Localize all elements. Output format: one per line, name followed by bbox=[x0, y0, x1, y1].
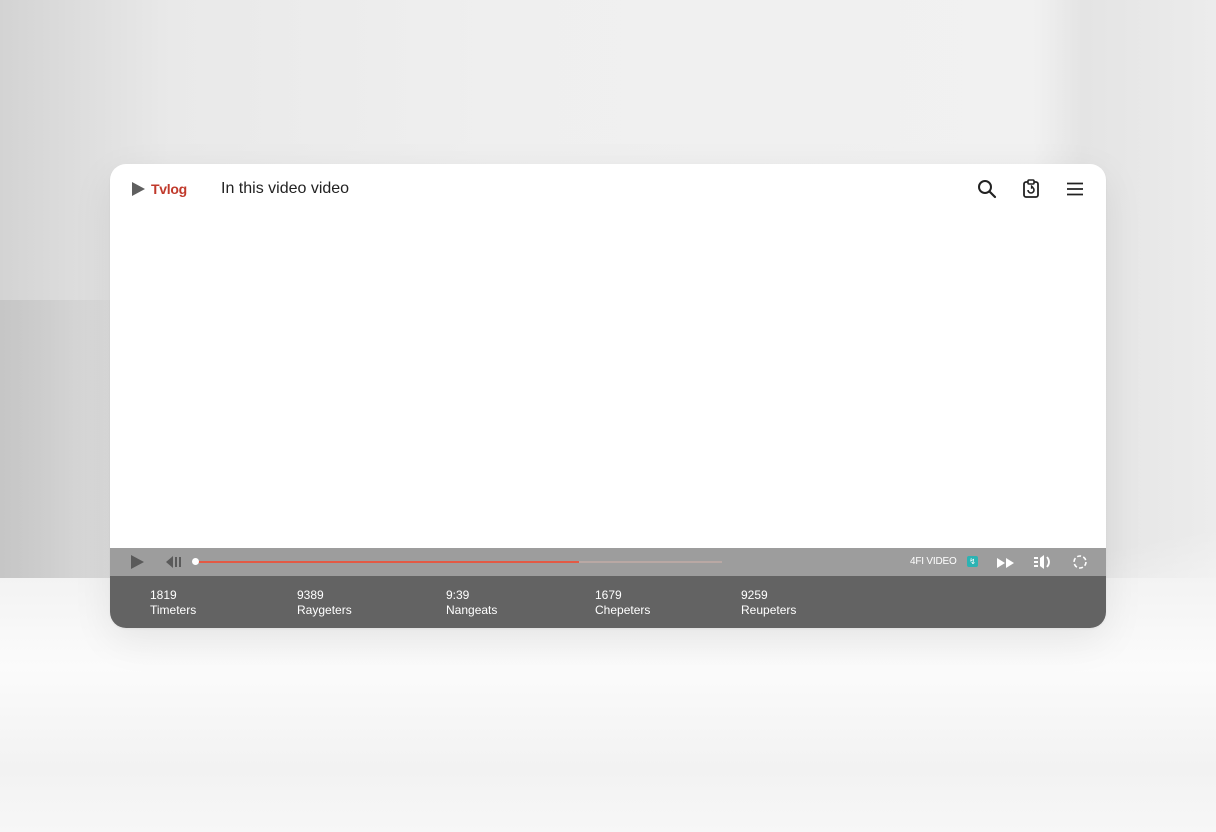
menu-icon bbox=[1067, 182, 1083, 196]
chapter-time: 9:39 bbox=[446, 588, 470, 602]
chapter-item[interactable]: 1819 Timeters bbox=[150, 588, 196, 618]
chapter-label: Raygeters bbox=[297, 603, 352, 617]
volume-button[interactable] bbox=[1033, 554, 1053, 575]
rewind-icon bbox=[166, 556, 181, 568]
chapters-bar: 1819 Timeters 9389 Raygeters 9:39 Nangea… bbox=[110, 576, 1106, 628]
chapter-label: Nangeats bbox=[446, 603, 498, 617]
fast-forward-icon bbox=[997, 558, 1014, 568]
video-player-window: Tvlog In this video video 4FI VIDEO ↯ 18… bbox=[110, 164, 1106, 628]
top-bar: Tvlog In this video video bbox=[110, 164, 1106, 214]
play-icon bbox=[131, 555, 144, 569]
search-icon bbox=[978, 180, 997, 199]
chapter-item[interactable]: 9389 Raygeters bbox=[297, 588, 352, 618]
play-button[interactable] bbox=[129, 554, 145, 575]
search-button[interactable] bbox=[976, 178, 998, 200]
chapter-label: Reupeters bbox=[741, 603, 797, 617]
logo-text: Tvlog bbox=[151, 181, 187, 197]
chapter-item[interactable]: 9:39 Nangeats bbox=[446, 588, 497, 618]
chapter-time: 9259 bbox=[741, 588, 768, 602]
chapter-item[interactable]: 1679 Chepeters bbox=[595, 588, 650, 618]
quality-badge-icon: ↯ bbox=[967, 556, 978, 567]
progress-fill bbox=[194, 561, 580, 563]
progress-knob[interactable] bbox=[192, 558, 199, 565]
clipboard-button[interactable] bbox=[1020, 178, 1042, 200]
video-area[interactable] bbox=[110, 214, 1106, 548]
rewind-button[interactable] bbox=[165, 555, 183, 574]
volume-icon bbox=[1034, 555, 1050, 569]
player-controls: 4FI VIDEO ↯ bbox=[110, 548, 1106, 576]
fullscreen-button[interactable] bbox=[1072, 554, 1088, 575]
logo[interactable]: Tvlog bbox=[132, 180, 187, 198]
page-title: In this video video bbox=[221, 180, 350, 197]
chapter-label: Timeters bbox=[150, 603, 197, 617]
chapter-label: Chepeters bbox=[595, 603, 651, 617]
chapter-time: 1679 bbox=[595, 588, 622, 602]
play-logo-icon bbox=[132, 182, 145, 196]
chapter-time: 1819 bbox=[150, 588, 177, 602]
clipboard-icon bbox=[1023, 179, 1039, 198]
chapter-time: 9389 bbox=[297, 588, 324, 602]
progress-track[interactable] bbox=[194, 561, 722, 563]
menu-button[interactable] bbox=[1064, 178, 1086, 200]
fast-forward-button[interactable] bbox=[996, 556, 1016, 574]
quality-label[interactable]: 4FI VIDEO bbox=[910, 556, 957, 567]
fullscreen-icon bbox=[1073, 555, 1087, 569]
chapter-item[interactable]: 9259 Reupeters bbox=[741, 588, 796, 618]
